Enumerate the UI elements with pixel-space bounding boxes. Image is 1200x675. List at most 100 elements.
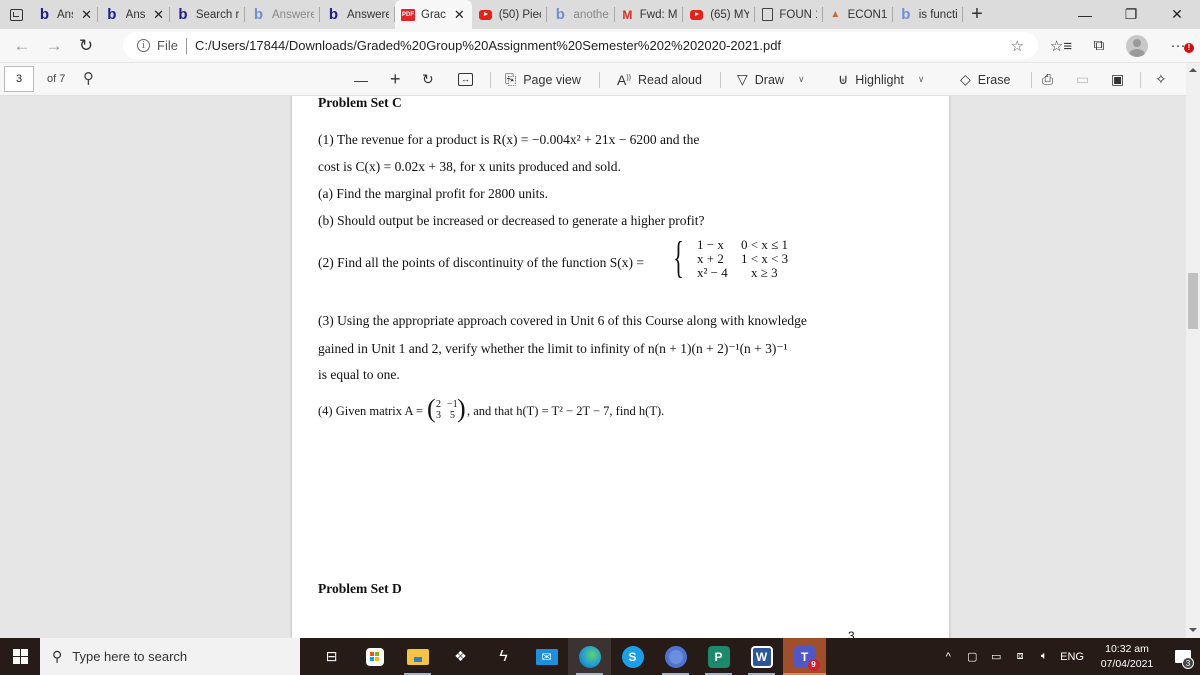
highlight-button[interactable]: ⊎ Highlight ∨ — [838, 63, 924, 96]
page-total: of 7 — [47, 73, 66, 85]
question-4: (4) Given matrix A = ( 2 −1 3 5 ) , and … — [318, 394, 664, 423]
back-button[interactable]: ← — [6, 29, 38, 62]
close-tab-icon[interactable]: ✕ — [153, 7, 164, 23]
chevron-down-icon[interactable]: ∨ — [918, 74, 925, 85]
window-controls: — ❐ ✕ — [1062, 0, 1200, 29]
tab-is-function[interactable]: b is functic — [893, 0, 963, 29]
youtube-icon — [478, 7, 493, 23]
restore-button[interactable]: ❐ — [1108, 0, 1154, 29]
tab-ans-2[interactable]: b Ans ✕ — [98, 0, 170, 29]
question-3-line-1: (3) Using the appropriate approach cover… — [318, 313, 807, 328]
teams-badge: 9 — [807, 658, 820, 671]
print-button[interactable]: ⎙ — [1042, 63, 1060, 96]
task-view-icon: ⊟ — [325, 648, 338, 664]
volume-icon[interactable]: 🔈︎ — [1032, 650, 1056, 663]
save-icon: ▭ — [1076, 71, 1090, 87]
tab-graded-pdf[interactable]: PDF Grac ✕ — [395, 0, 472, 29]
publisher-button[interactable]: P — [697, 638, 740, 675]
pdf-icon: PDF — [401, 8, 415, 21]
scroll-down-arrow-icon[interactable] — [1189, 628, 1197, 632]
gmail-icon: M — [622, 7, 633, 22]
action-center-button[interactable]: 3 — [1166, 638, 1200, 675]
avatar — [1126, 34, 1148, 57]
file-explorer-button[interactable] — [396, 638, 439, 675]
scroll-up-arrow-icon[interactable] — [1189, 68, 1197, 72]
page-view-icon: ⎘ — [505, 71, 517, 87]
collections-button[interactable]: ⧉ — [1080, 29, 1118, 62]
taskbar-search-input[interactable]: ⚲ Type here to search — [40, 638, 300, 675]
tab-actions-button[interactable] — [0, 0, 32, 29]
tab-another[interactable]: b another — [547, 0, 615, 29]
new-tab-button[interactable]: + — [963, 3, 991, 26]
tab-answered-2[interactable]: b Answere — [320, 0, 395, 29]
pin-icon: ✧ — [1155, 71, 1167, 87]
meet-now-icon[interactable]: ▢ — [960, 650, 984, 663]
youtube-icon — [689, 7, 704, 23]
pin-toolbar-button[interactable]: ✧ — [1155, 63, 1174, 96]
battery-icon[interactable]: ▭ — [984, 650, 1008, 663]
brace-symbol: { — [673, 233, 684, 282]
add-favorite-icon[interactable]: ☆ — [1011, 37, 1024, 55]
matrix-a: ( 2 −1 3 5 ) — [426, 394, 466, 423]
divider — [490, 72, 491, 88]
url-text[interactable]: C:/Users/17844/Downloads/Graded%20Group%… — [195, 38, 781, 53]
profile-button[interactable] — [1118, 29, 1156, 62]
scrollbar-thumb[interactable] — [1188, 273, 1198, 329]
mail-button[interactable]: ✉ — [525, 638, 568, 675]
dropbox-button[interactable]: ❖ — [439, 638, 482, 675]
close-tab-icon[interactable]: ✕ — [454, 7, 465, 23]
tab-youtube-50[interactable]: (50) Piec — [472, 0, 547, 29]
highlight-icon: ⊎ — [838, 71, 849, 87]
forward-button[interactable]: → — [38, 29, 70, 62]
close-tab-icon[interactable]: ✕ — [81, 7, 92, 23]
close-window-button[interactable]: ✕ — [1154, 0, 1200, 29]
read-aloud-button[interactable]: A)) Read aloud — [617, 63, 702, 96]
fit-to-width-button[interactable]: ↔ — [458, 63, 480, 96]
tab-youtube-65[interactable]: (65) MY — [683, 0, 755, 29]
tab-answered-1[interactable]: b Answere — [245, 0, 320, 29]
tab-gmail[interactable]: M Fwd: Min — [615, 0, 683, 29]
page-view-button[interactable]: ⎘ Page view — [505, 63, 581, 96]
chevron-down-icon[interactable]: ∨ — [798, 74, 805, 85]
vertical-scrollbar[interactable] — [1186, 63, 1200, 638]
draw-icon: ▽ — [737, 71, 748, 87]
save-as-button[interactable]: ▣ — [1111, 63, 1131, 96]
clock-time: 10:32 am — [1105, 642, 1149, 655]
skype-button[interactable]: S — [611, 638, 654, 675]
zoom-in-button[interactable]: + — [390, 63, 408, 96]
microsoft-store-button[interactable] — [353, 638, 396, 675]
windows-logo-icon — [12, 649, 28, 664]
minimize-button[interactable]: — — [1062, 0, 1108, 29]
edge-button[interactable] — [568, 638, 611, 675]
tab-label: (65) MY — [710, 8, 749, 21]
favorites-button[interactable]: ☆≡ — [1042, 29, 1080, 62]
zoom-out-button[interactable]: — — [354, 63, 375, 96]
address-bar[interactable]: i File C:/Users/17844/Downloads/Graded%2… — [123, 32, 1038, 59]
tab-econ[interactable]: ▲ ECON10( — [823, 0, 893, 29]
app-button[interactable]: ϟ — [482, 638, 525, 675]
piecewise-case: x² − 4 x ≥ 3 — [697, 265, 778, 280]
settings-more-button[interactable]: ··· ! — [1156, 29, 1200, 62]
page-number-input[interactable]: 3 — [4, 66, 34, 92]
refresh-button[interactable]: ↻ — [70, 29, 102, 62]
chrome-button[interactable] — [654, 638, 697, 675]
show-hidden-icons-button[interactable]: ^ — [936, 651, 960, 663]
question-3-line-2: gained in Unit 1 and 2, verify whether t… — [318, 341, 788, 356]
start-button[interactable] — [0, 638, 40, 675]
task-view-button[interactable]: ⊟ — [310, 638, 353, 675]
publisher-icon: P — [707, 645, 730, 668]
draw-button[interactable]: ▽ Draw ∨ — [737, 63, 805, 96]
erase-button[interactable]: ◇ Erase — [960, 63, 1010, 96]
tab-foun[interactable]: FOUN 10 — [755, 0, 823, 29]
network-icon[interactable]: ⧈ — [1008, 650, 1032, 663]
tab-search-results[interactable]: b Search re — [170, 0, 245, 29]
teams-button[interactable]: T 9 — [783, 638, 826, 675]
language-indicator[interactable]: ENG — [1060, 651, 1084, 663]
tab-label: ECON10( — [847, 8, 887, 21]
info-icon[interactable]: i — [137, 39, 150, 52]
search-icon[interactable]: ⚲ — [83, 69, 94, 87]
word-button[interactable]: W — [740, 638, 783, 675]
clock[interactable]: 10:32 am 07/04/2021 — [1094, 642, 1160, 672]
rotate-button[interactable]: ↻ — [422, 63, 441, 96]
tab-ans-1[interactable]: b Ans ✕ — [32, 0, 98, 29]
